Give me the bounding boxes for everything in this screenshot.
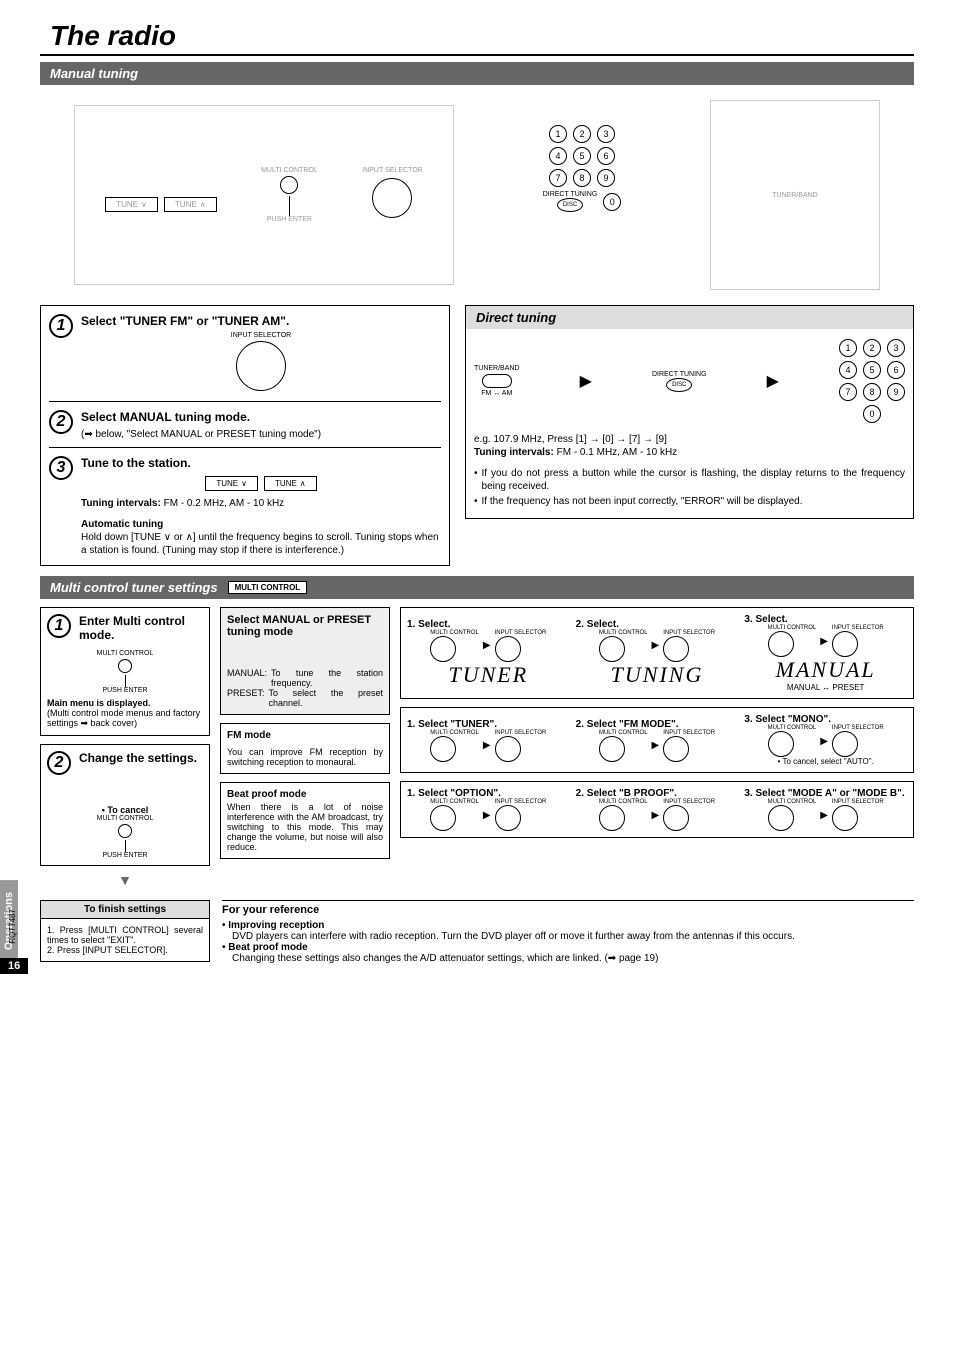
reference-box: For your reference • Improving reception… (222, 900, 914, 964)
document-code: RQT7487 (8, 909, 17, 944)
remote-illustration: TUNER/BAND (710, 100, 880, 290)
flow-arrow-icon: ▶ (767, 371, 779, 391)
fm-mode-title: FM mode (227, 730, 383, 741)
beat-proof-box: Beat proof mode When there is a lot of n… (220, 782, 390, 859)
fm-mode-box: FM mode You can improve FM reception by … (220, 723, 390, 774)
display-tuning: TUNING (576, 662, 739, 688)
knob-icon (768, 805, 794, 831)
keypad-1[interactable]: 1 (549, 125, 567, 143)
display-tuner: TUNER (407, 662, 570, 688)
direct-tuning-box: Direct tuning TUNER/BAND FM ↔ AM ▶ DIREC… (465, 305, 914, 519)
knob-icon (495, 736, 521, 762)
direct-tuning-disc-button[interactable]: DISC (666, 378, 692, 392)
keypad-9[interactable]: 9 (597, 169, 615, 187)
display-manual: MANUAL (744, 657, 907, 683)
step-1-icon: 1 (49, 314, 73, 338)
beat-proof-select-row: 1. Select "OPTION". MULTI CONTROL ▶ INPU… (400, 781, 914, 838)
section-manual-tuning: Manual tuning (40, 62, 914, 85)
step-2-note: (➡ below, "Select MANUAL or PRESET tunin… (81, 428, 441, 441)
knob-icon (430, 736, 456, 762)
knob-icon (768, 731, 794, 757)
cancel-knob-icon (118, 824, 132, 838)
knob-icon (663, 805, 689, 831)
multi-control-knob-icon (118, 659, 132, 673)
dt-key-2[interactable]: 2 (863, 339, 881, 357)
to-cancel-label: • To cancel (47, 805, 203, 815)
step-3-icon: 3 (49, 456, 73, 480)
tuner-band-button[interactable] (482, 374, 512, 388)
change-settings-title: Change the settings. (79, 751, 203, 765)
knob-icon (495, 805, 521, 831)
page-number: 16 (0, 958, 28, 974)
dt-key-4[interactable]: 4 (839, 361, 857, 379)
manual-steps-box: 1 Select "TUNER FM" or "TUNER AM". INPUT… (40, 305, 450, 566)
multi-control-badge: MULTI CONTROL (228, 581, 308, 594)
direct-tuning-header: Direct tuning (466, 306, 913, 329)
knob-icon (663, 736, 689, 762)
dt-key-5[interactable]: 5 (863, 361, 881, 379)
keypad-5[interactable]: 5 (573, 147, 591, 165)
step-3-title: Tune to the station. (81, 456, 441, 470)
step-1-title: Select "TUNER FM" or "TUNER AM". (81, 314, 441, 328)
tuning-mode-select-row: 1. Select. MULTI CONTROL ▶ INPUT SELECTO… (400, 607, 914, 699)
input-selector-knob-icon (236, 341, 286, 391)
reference-title: For your reference (222, 900, 914, 916)
knob-icon (430, 805, 456, 831)
multi-control-header-bar: Multi control tuner settings MULTI CONTR… (40, 576, 914, 599)
keypad-2[interactable]: 2 (573, 125, 591, 143)
knob-icon (832, 731, 858, 757)
step-2-icon: 2 (49, 410, 73, 434)
keypad-6[interactable]: 6 (597, 147, 615, 165)
multi-step-1-icon: 1 (47, 614, 71, 638)
finish-settings-body: 1. Press [MULTI CONTROL] several times t… (40, 918, 210, 962)
keypad-3[interactable]: 3 (597, 125, 615, 143)
dt-key-8[interactable]: 8 (863, 383, 881, 401)
knob-icon (832, 805, 858, 831)
dt-key-0[interactable]: 0 (863, 405, 881, 423)
dt-key-6[interactable]: 6 (887, 361, 905, 379)
tune-down-button[interactable]: TUNE ∨ (205, 476, 258, 491)
enter-multi-title: Enter Multi control mode. (79, 614, 203, 642)
beat-proof-title: Beat proof mode (227, 789, 383, 800)
keypad-8[interactable]: 8 (573, 169, 591, 187)
keypad-0[interactable]: 0 (603, 193, 621, 211)
dt-key-1[interactable]: 1 (839, 339, 857, 357)
step-2-title: Select MANUAL tuning mode. (81, 410, 441, 424)
fm-mode-select-row: 1. Select "TUNER". MULTI CONTROL ▶ INPUT… (400, 707, 914, 773)
knob-icon (832, 631, 858, 657)
receiver-illustration: TUNE ∨ TUNE ∧ MULTI CONTROL PUSH ENTER I… (74, 105, 454, 285)
knob-icon (663, 636, 689, 662)
knob-icon (768, 631, 794, 657)
dt-key-7[interactable]: 7 (839, 383, 857, 401)
knob-icon (599, 636, 625, 662)
manual-preset-box: Select MANUAL or PRESET tuning mode MANU… (220, 607, 390, 715)
knob-icon (495, 636, 521, 662)
remote-keypad-illustration: 1 2 3 4 5 6 7 8 9 DIRECT TUNING DISC 0 (532, 125, 632, 265)
flow-arrow-icon: ▶ (580, 371, 592, 391)
multi-step-2-icon: 2 (47, 751, 71, 775)
dt-key-3[interactable]: 3 (887, 339, 905, 357)
finish-settings-header: To finish settings (40, 900, 210, 918)
device-illustration-row: TUNE ∨ TUNE ∧ MULTI CONTROL PUSH ENTER I… (40, 100, 914, 290)
knob-icon (599, 805, 625, 831)
page-title: The radio (40, 20, 914, 52)
manual-preset-title: Select MANUAL or PRESET tuning mode (227, 614, 383, 638)
knob-icon (430, 636, 456, 662)
keypad-4[interactable]: 4 (549, 147, 567, 165)
down-arrow-icon: ▼ (40, 872, 210, 888)
dt-key-9[interactable]: 9 (887, 383, 905, 401)
disc-button[interactable]: DISC (557, 198, 583, 212)
direct-tuning-example: e.g. 107.9 MHz, Press [1] → [0] → [7] → … (474, 433, 905, 446)
enter-multi-box: 1 Enter Multi control mode. MULTI CONTRO… (40, 607, 210, 736)
keypad-7[interactable]: 7 (549, 169, 567, 187)
knob-icon (599, 736, 625, 762)
change-settings-box: 2 Change the settings. • To cancel MULTI… (40, 744, 210, 866)
page-title-bar: The radio (40, 20, 914, 56)
tune-up-button[interactable]: TUNE ∧ (264, 476, 317, 491)
multi-control-header: Multi control tuner settings (50, 580, 218, 595)
